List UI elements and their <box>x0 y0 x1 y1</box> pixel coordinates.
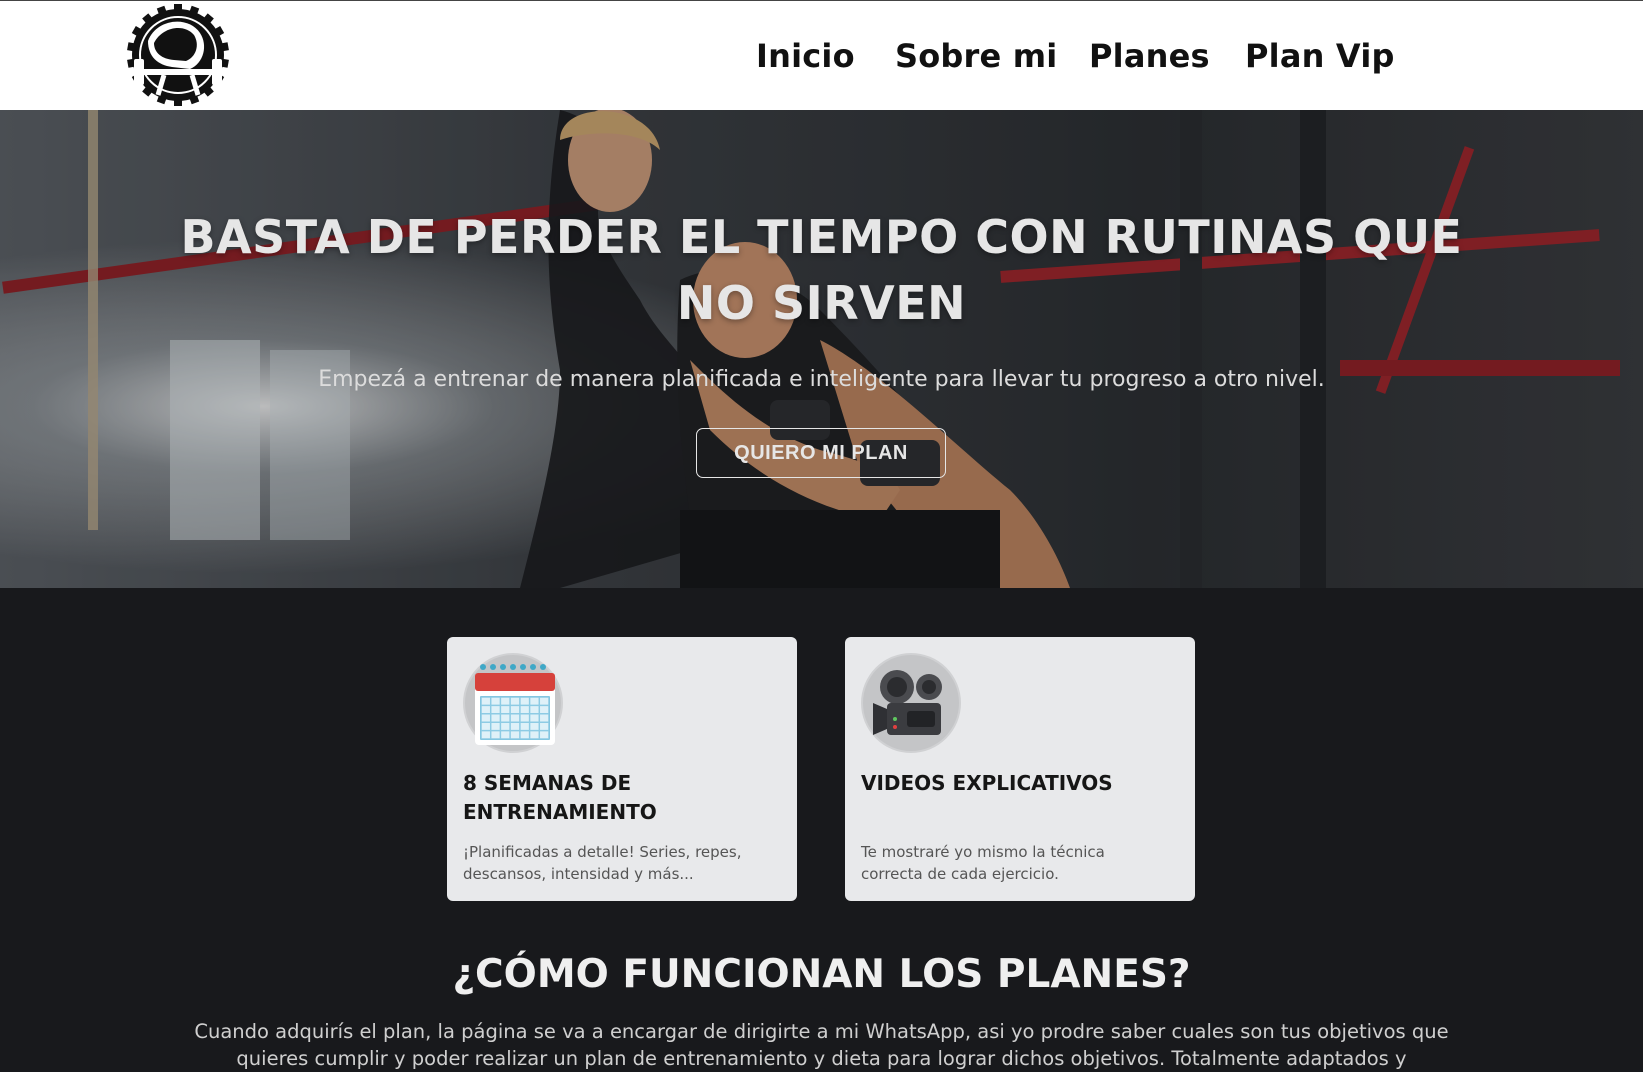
feature-card-semanas: 8 SEMANAS DE ENTRENAMIENTO ¡Planificadas… <box>447 637 797 901</box>
feature-title: 8 SEMANAS DE ENTRENAMIENTO <box>463 771 657 824</box>
nav-link-plan-vip[interactable]: Plan Vip <box>1245 37 1395 75</box>
calendar-icon <box>463 653 563 753</box>
hero-background-image <box>0 110 1643 588</box>
hero-subtitle: Empezá a entrenar de manera planificada … <box>318 367 1325 392</box>
movie-camera-icon <box>861 653 961 753</box>
feature-card-videos: VIDEOS EXPLICATIVOS Te mostraré yo mismo… <box>845 637 1195 901</box>
nav-link-planes[interactable]: Planes <box>1089 37 1210 75</box>
feature-title: VIDEOS EXPLICATIVOS <box>861 771 1113 795</box>
how-it-works-title: ¿CÓMO FUNCIONAN LOS PLANES? <box>452 952 1191 997</box>
nav-link-inicio[interactable]: Inicio <box>756 37 855 75</box>
top-navbar: Inicio Sobre mi Planes Plan Vip <box>0 0 1643 110</box>
hero-section: BASTA DE PERDER EL TIEMPO CON RUTINAS QU… <box>0 110 1643 588</box>
feature-description: Te mostraré yo mismo la técnica correcta… <box>861 843 1105 883</box>
gym-logo[interactable] <box>122 4 234 106</box>
feature-description: ¡Planificadas a detalle! Series, repes, … <box>463 843 742 883</box>
how-it-works-text: Cuando adquirís el plan, la página se va… <box>194 1020 1449 1070</box>
quiero-mi-plan-button[interactable]: QUIERO MI PLAN <box>696 428 946 478</box>
hero-title: BASTA DE PERDER EL TIEMPO CON RUTINAS QU… <box>180 210 1463 330</box>
nav-link-sobre-mi[interactable]: Sobre mi <box>895 37 1057 75</box>
